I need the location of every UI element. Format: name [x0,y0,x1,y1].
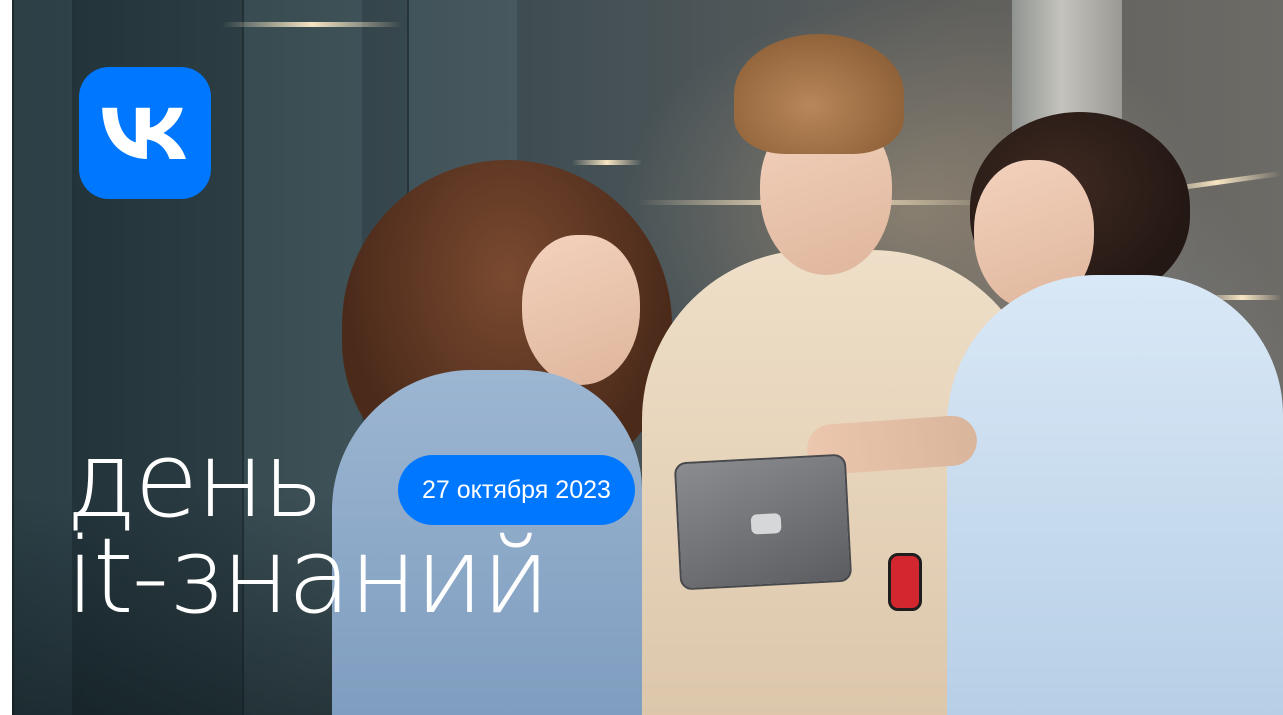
date-badge: 27 октября 2023 [398,455,635,525]
date-text: 27 октября 2023 [422,475,611,504]
ceiling-light [222,22,402,27]
tablet [673,453,853,591]
ceiling-light [572,160,642,165]
vk-logo-icon [79,67,211,199]
tablet-logo-mark [750,513,782,535]
smartwatch [888,553,922,611]
vk-letters-icon [102,107,186,159]
title-line-2: it-знаний [66,515,550,637]
event-banner: день it-знаний 27 октября 2023 [12,0,1283,715]
